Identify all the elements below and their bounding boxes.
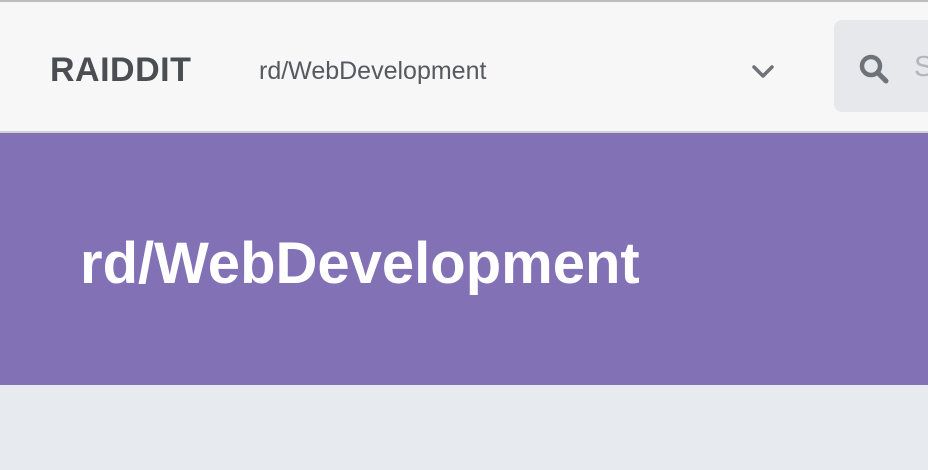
search-placeholder: S: [914, 51, 928, 83]
selected-community-label: rd/WebDevelopment: [259, 57, 487, 85]
community-selector-dropdown[interactable]: rd/WebDevelopment: [240, 42, 800, 98]
community-title: rd/WebDevelopment: [80, 231, 640, 296]
community-banner: rd/WebDevelopment: [0, 133, 928, 385]
app-logo[interactable]: RAIDDIT: [50, 50, 191, 90]
chevron-down-icon: [752, 65, 774, 78]
top-navigation-bar: RAIDDIT rd/WebDevelopment S: [0, 0, 928, 133]
content-area: [0, 385, 928, 470]
search-input[interactable]: S: [834, 20, 928, 112]
search-icon: [859, 54, 889, 84]
